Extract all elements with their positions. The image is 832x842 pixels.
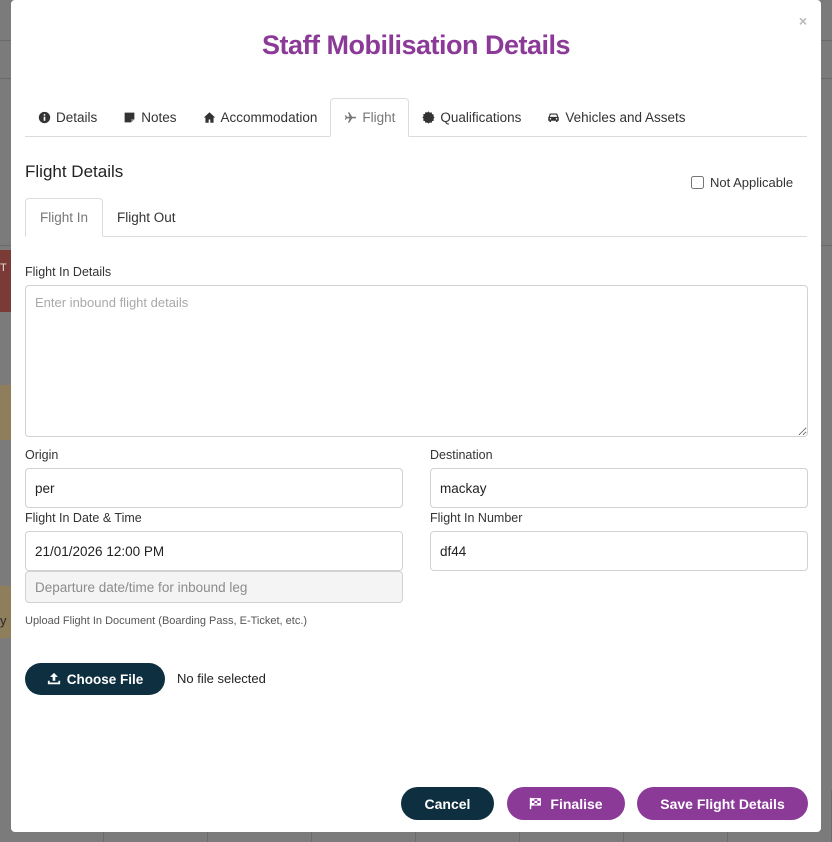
- destination-label: Destination: [430, 448, 493, 462]
- finalise-label: Finalise: [550, 795, 603, 812]
- flight-in-number-label: Flight In Number: [430, 511, 523, 525]
- cancel-button[interactable]: Cancel: [401, 787, 494, 820]
- flight-in-details-label: Flight In Details: [25, 265, 112, 279]
- tab-flight-in[interactable]: Flight In: [25, 198, 104, 237]
- flag-checkered-icon: [530, 797, 542, 810]
- close-icon[interactable]: ×: [799, 14, 807, 28]
- destination-input[interactable]: [430, 468, 808, 508]
- plane-icon: [345, 112, 357, 123]
- tab-notes[interactable]: Notes: [110, 98, 189, 136]
- info-circle-icon: [38, 111, 51, 123]
- flight-in-datetime-label: Flight In Date & Time: [25, 511, 142, 525]
- flight-in-number-input[interactable]: [430, 531, 808, 571]
- staff-mobilisation-modal: × Staff Mobilisation Details Details Not…: [11, 0, 821, 832]
- no-file-text: No file selected: [177, 671, 266, 686]
- origin-input[interactable]: [25, 468, 403, 508]
- tab-qualifications[interactable]: Qualifications: [409, 98, 534, 136]
- flight-in-details-textarea[interactable]: [25, 285, 808, 437]
- main-tabs: Details Notes Accommodation Flight Quali…: [25, 98, 807, 137]
- tab-label: Vehicles and Assets: [565, 109, 686, 125]
- car-icon: [548, 112, 560, 122]
- tab-label: Qualifications: [440, 109, 522, 125]
- tab-flight-out[interactable]: Flight Out: [103, 198, 190, 236]
- departure-datetime-hint-input[interactable]: [25, 571, 403, 603]
- flight-in-datetime-input[interactable]: [25, 531, 403, 571]
- modal-title: Staff Mobilisation Details: [261, 30, 571, 60]
- origin-label: Origin: [25, 448, 59, 462]
- tab-label: Accommodation: [220, 109, 318, 125]
- tab-label: Notes: [141, 109, 177, 125]
- sticky-note-icon: [124, 112, 135, 122]
- choose-file-button[interactable]: Choose File: [25, 663, 165, 695]
- certificate-icon: [422, 110, 435, 124]
- cancel-label: Cancel: [424, 795, 471, 812]
- tab-vehicles-and-assets[interactable]: Vehicles and Assets: [534, 98, 698, 136]
- bg-letter: y: [0, 613, 7, 628]
- flight-sub-tabs: Flight In Flight Out: [25, 198, 807, 237]
- not-applicable-option[interactable]: Not Applicable: [691, 175, 793, 190]
- home-icon: [203, 111, 215, 123]
- not-applicable-label: Not Applicable: [710, 175, 794, 190]
- section-title: Flight Details: [25, 162, 124, 181]
- tab-accommodation[interactable]: Accommodation: [190, 98, 331, 136]
- save-label: Save Flight Details: [660, 795, 785, 812]
- not-applicable-checkbox[interactable]: [691, 176, 704, 189]
- tab-label: Details: [56, 109, 98, 125]
- finalise-button[interactable]: Finalise: [507, 787, 625, 820]
- choose-file-label: Choose File: [66, 671, 144, 687]
- tab-flight[interactable]: Flight: [330, 98, 410, 137]
- upload-document-label: Upload Flight In Document (Boarding Pass…: [25, 615, 308, 627]
- save-flight-details-button[interactable]: Save Flight Details: [637, 787, 808, 820]
- tab-details[interactable]: Details: [25, 98, 110, 136]
- bg-letter: T: [0, 262, 7, 274]
- tab-label: Flight: [362, 110, 396, 125]
- upload-icon: [47, 672, 60, 685]
